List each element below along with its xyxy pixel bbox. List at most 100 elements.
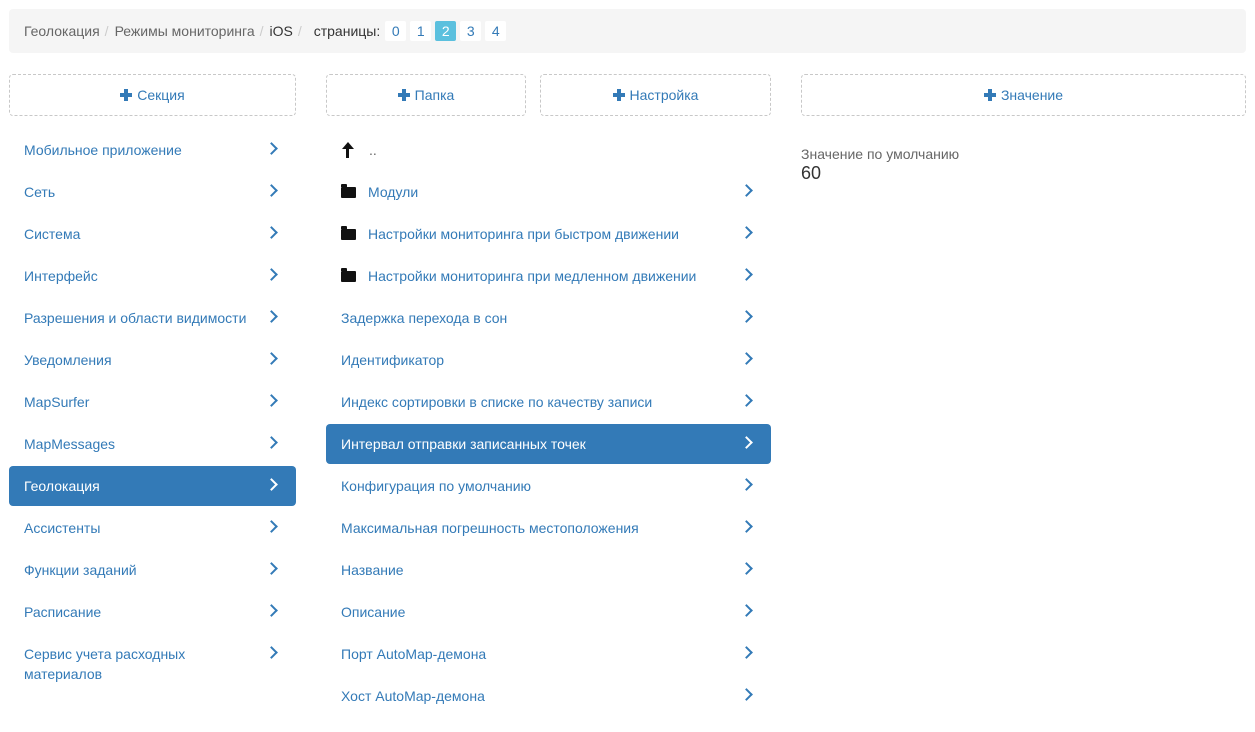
- section-item-label: Расписание: [24, 604, 102, 620]
- chevron-right-icon: [265, 478, 278, 491]
- folder-item-modules[interactable]: Модули: [326, 172, 771, 212]
- chevron-right-icon: [265, 520, 278, 533]
- add-section-button[interactable]: Секция: [9, 74, 296, 116]
- section-item-label: Функции заданий: [24, 562, 137, 578]
- chevron-right-icon: [740, 226, 753, 239]
- chevron-right-icon: [265, 646, 278, 659]
- folder-icon: [341, 183, 356, 198]
- setting-item-sleep-delay[interactable]: Задержка перехода в сон: [326, 298, 771, 338]
- chevron-right-icon: [740, 646, 753, 659]
- section-item-label: Мобильное приложение: [24, 142, 182, 158]
- setting-item-label: Интервал отправки записанных точек: [341, 436, 586, 452]
- setting-item-name[interactable]: Название: [326, 550, 771, 590]
- page-button-0[interactable]: 0: [385, 21, 407, 41]
- chevron-right-icon: [740, 436, 753, 449]
- chevron-right-icon: [740, 688, 753, 701]
- setting-item-description[interactable]: Описание: [326, 592, 771, 632]
- sections-list: Мобильное приложение Сеть Система Интерф…: [9, 130, 296, 688]
- chevron-right-icon: [265, 352, 278, 365]
- setting-item-label: Описание: [341, 604, 406, 620]
- setting-item-label: Порт AutoMap-демона: [341, 646, 487, 662]
- page-button-1[interactable]: 1: [410, 21, 432, 41]
- breadcrumb: Геолокация / Режимы мониторинга / iOS / …: [9, 9, 1246, 53]
- add-folder-button[interactable]: Папка: [326, 74, 526, 116]
- section-item-mobile-app[interactable]: Мобильное приложение: [9, 130, 296, 170]
- breadcrumb-item-geolocation[interactable]: Геолокация: [24, 23, 100, 39]
- add-value-button[interactable]: Значение: [801, 74, 1246, 116]
- add-setting-label: Настройка: [629, 87, 699, 103]
- section-item-label: Интерфейс: [24, 268, 98, 284]
- breadcrumb-current: iOS: [269, 23, 293, 39]
- chevron-right-icon: [265, 604, 278, 617]
- plus-icon: [397, 89, 410, 101]
- settings-list: .. Модули Настройки мониторинга при быст…: [326, 130, 771, 718]
- section-item-label: Ассистенты: [24, 520, 101, 536]
- section-item-label: Разрешения и области видимости: [24, 310, 247, 326]
- setting-item-label: Индекс сортировки в списке по качеству з…: [341, 394, 653, 410]
- setting-item-sort-index[interactable]: Индекс сортировки в списке по качеству з…: [326, 382, 771, 422]
- section-item-task-functions[interactable]: Функции заданий: [9, 550, 296, 590]
- breadcrumb-separator: /: [297, 23, 302, 39]
- chevron-right-icon: [265, 394, 278, 407]
- setting-item-label: Конфигурация по умолчанию: [341, 478, 532, 494]
- chevron-right-icon: [740, 352, 753, 365]
- setting-item-label: Хост AutoMap-демона: [341, 688, 485, 704]
- section-item-geolocation[interactable]: Геолокация: [9, 466, 296, 506]
- plus-icon: [120, 89, 133, 101]
- chevron-right-icon: [740, 478, 753, 491]
- default-value-label: Значение по умолчанию: [801, 146, 960, 162]
- section-item-schedule[interactable]: Расписание: [9, 592, 296, 632]
- breadcrumb-item-monitoring-modes[interactable]: Режимы мониторинга: [115, 23, 255, 39]
- section-item-notifications[interactable]: Уведомления: [9, 340, 296, 380]
- page-button-4[interactable]: 4: [485, 21, 507, 41]
- setting-item-label: Идентификатор: [341, 352, 445, 368]
- section-item-label: MapSurfer: [24, 394, 90, 410]
- section-item-label: Сеть: [24, 184, 56, 200]
- setting-item-default-config[interactable]: Конфигурация по умолчанию: [326, 466, 771, 506]
- page-button-3[interactable]: 3: [460, 21, 482, 41]
- chevron-right-icon: [265, 310, 278, 323]
- section-item-network[interactable]: Сеть: [9, 172, 296, 212]
- add-setting-button[interactable]: Настройка: [540, 74, 771, 116]
- chevron-right-icon: [265, 184, 278, 197]
- chevron-right-icon: [265, 268, 278, 281]
- folder-item-slow-movement[interactable]: Настройки мониторинга при медленном движ…: [326, 256, 771, 296]
- chevron-right-icon: [265, 436, 278, 449]
- setting-item-daemon-host[interactable]: Хост AutoMap-демона: [326, 676, 771, 716]
- chevron-right-icon: [265, 226, 278, 239]
- pages-label: страницы:: [313, 23, 381, 39]
- default-value[interactable]: 60: [801, 163, 959, 184]
- section-item-label: Сервис учета расходных материалов: [24, 646, 186, 682]
- up-level-item[interactable]: ..: [326, 130, 771, 170]
- chevron-right-icon: [740, 520, 753, 533]
- setting-item-max-accuracy[interactable]: Максимальная погрешность местоположения: [326, 508, 771, 548]
- section-item-label: Система: [24, 226, 81, 242]
- chevron-right-icon: [740, 310, 753, 323]
- setting-item-daemon-port[interactable]: Порт AutoMap-демона: [326, 634, 771, 674]
- setting-item-label: Модули: [368, 184, 419, 200]
- section-item-label: Геолокация: [24, 478, 100, 494]
- folder-icon: [341, 225, 356, 240]
- section-item-mapsurfer[interactable]: MapSurfer: [9, 382, 296, 422]
- chevron-right-icon: [740, 184, 753, 197]
- folder-item-fast-movement[interactable]: Настройки мониторинга при быстром движен…: [326, 214, 771, 254]
- section-item-interface[interactable]: Интерфейс: [9, 256, 296, 296]
- section-item-mapmessages[interactable]: MapMessages: [9, 424, 296, 464]
- add-section-label: Секция: [137, 87, 185, 103]
- section-item-consumables[interactable]: Сервис учета расходных материалов: [9, 634, 296, 686]
- plus-icon: [612, 89, 625, 101]
- section-item-label: MapMessages: [24, 436, 116, 452]
- section-item-system[interactable]: Система: [9, 214, 296, 254]
- page-button-2[interactable]: 2: [435, 21, 457, 41]
- section-item-permissions[interactable]: Разрешения и области видимости: [9, 298, 296, 338]
- section-item-label: Уведомления: [24, 352, 112, 368]
- chevron-right-icon: [740, 562, 753, 575]
- setting-item-send-interval[interactable]: Интервал отправки записанных точек: [326, 424, 771, 464]
- setting-item-label: Задержка перехода в сон: [341, 310, 508, 326]
- chevron-right-icon: [740, 268, 753, 281]
- setting-item-identifier[interactable]: Идентификатор: [326, 340, 771, 380]
- chevron-right-icon: [265, 142, 278, 155]
- folder-icon: [341, 267, 356, 282]
- value-panel: Значение по умолчанию 60: [801, 146, 959, 184]
- section-item-assistants[interactable]: Ассистенты: [9, 508, 296, 548]
